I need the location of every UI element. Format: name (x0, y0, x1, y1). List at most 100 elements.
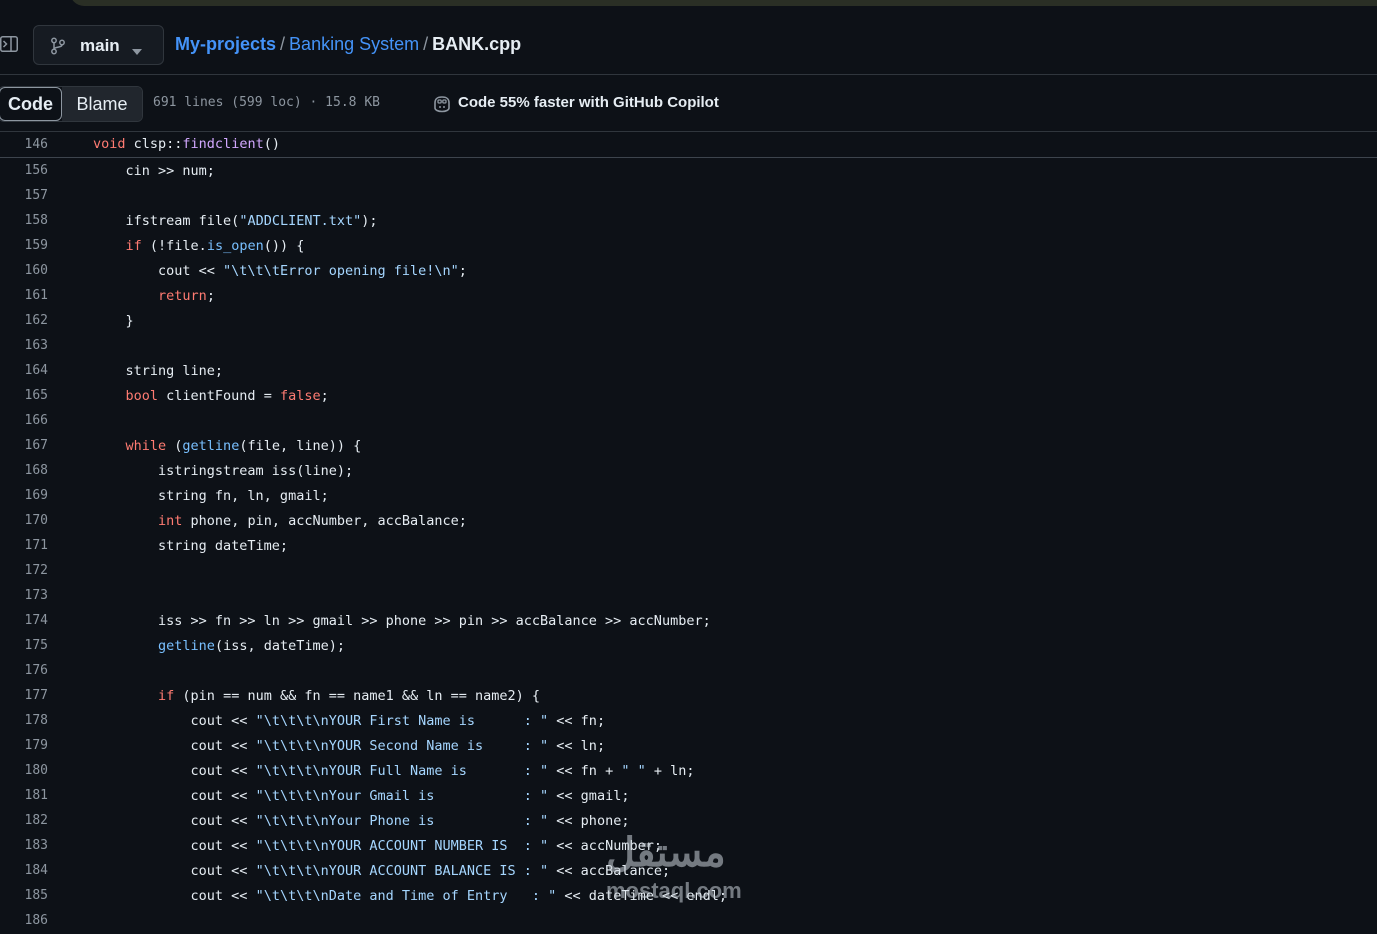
line-number[interactable]: 178 (0, 713, 48, 728)
code-line: 156 cin >> num; (0, 159, 1377, 184)
tab-blame[interactable]: Blame (62, 87, 142, 121)
line-number[interactable]: 158 (0, 213, 48, 228)
code-text: istringstream iss(line); (93, 463, 354, 479)
branch-select-button[interactable]: main (33, 25, 164, 65)
copilot-promo-text: Code 55% faster with GitHub Copilot (458, 94, 719, 111)
line-number[interactable]: 161 (0, 288, 48, 303)
line-number[interactable]: 185 (0, 888, 48, 903)
breadcrumb-folder-link[interactable]: Banking System (289, 34, 419, 54)
code-line: 183 cout << "\t\t\t\nYOUR ACCOUNT NUMBER… (0, 834, 1377, 859)
code-text: cout << "\t\t\t\nDate and Time of Entry … (93, 888, 727, 904)
code-text: cout << "\t\t\t\nYour Gmail is : " << gm… (93, 788, 630, 804)
line-number[interactable]: 179 (0, 738, 48, 753)
code-line: 158 ifstream file("ADDCLIENT.txt"); (0, 209, 1377, 234)
line-number[interactable]: 167 (0, 438, 48, 453)
code-line: 176 (0, 659, 1377, 684)
tab-code[interactable]: Code (0, 87, 62, 121)
line-number[interactable]: 173 (0, 588, 48, 603)
code-text: if (pin == num && fn == name1 && ln == n… (158, 688, 541, 704)
code-line: 174 iss >> fn >> ln >> gmail >> phone >>… (0, 609, 1377, 634)
line-number[interactable]: 157 (0, 188, 48, 203)
code-text: string dateTime; (93, 538, 289, 554)
code-text: ifstream file("ADDCLIENT.txt"); (93, 213, 378, 229)
code-line: 173 (0, 584, 1377, 609)
code-line: 185 cout << "\t\t\t\nDate and Time of En… (0, 884, 1377, 909)
code-text: int phone, pin, accNumber, accBalance; (158, 513, 467, 529)
branch-name: main (80, 36, 120, 55)
line-number[interactable]: 169 (0, 488, 48, 503)
file-toolbar: Code Blame 691 lines (599 loc) · 15.8 KB… (0, 75, 1377, 132)
code-line: 180 cout << "\t\t\t\nYOUR Full Name is :… (0, 759, 1377, 784)
code-text: cout << "\t\t\t\nYOUR Full Name is : " <… (93, 763, 695, 779)
code-text: cout << "\t\t\t\nYOUR Second Name is : "… (93, 738, 606, 754)
code-line: 169 string fn, ln, gmail; (0, 484, 1377, 509)
line-number[interactable]: 166 (0, 413, 48, 428)
line-number[interactable]: 163 (0, 338, 48, 353)
line-number[interactable]: 180 (0, 763, 48, 778)
copilot-promo-link[interactable]: Code 55% faster with GitHub Copilot (432, 94, 719, 113)
line-number[interactable]: 171 (0, 538, 48, 553)
code-line: 184 cout << "\t\t\t\nYOUR ACCOUNT BALANC… (0, 859, 1377, 884)
code-text: while (getline(file, line)) { (125, 438, 362, 454)
breadcrumb-separator: / (280, 34, 286, 54)
line-number[interactable]: 184 (0, 863, 48, 878)
git-branch-icon (50, 37, 66, 60)
code-line: 170 int phone, pin, accNumber, accBalanc… (0, 509, 1377, 534)
line-number[interactable]: 177 (0, 688, 48, 703)
code-line: 165 bool clientFound = false; (0, 384, 1377, 409)
code-line: 181 cout << "\t\t\t\nYour Gmail is : " <… (0, 784, 1377, 809)
code-line: 175 getline(iss, dateTime); (0, 634, 1377, 659)
code-line: 171 string dateTime; (0, 534, 1377, 559)
line-number[interactable]: 159 (0, 238, 48, 253)
code-text: cout << "\t\t\t\nYour Phone is : " << ph… (93, 813, 630, 829)
chevron-down-icon (132, 42, 142, 60)
line-number[interactable]: 174 (0, 613, 48, 628)
code-text: string line; (93, 363, 224, 379)
code-line: 177 if (pin == num && fn == name1 && ln … (0, 684, 1377, 709)
line-number[interactable]: 156 (0, 163, 48, 178)
line-number[interactable]: 165 (0, 388, 48, 403)
code-line: 160 cout << "\t\t\tError opening file!\n… (0, 259, 1377, 284)
line-number[interactable]: 182 (0, 813, 48, 828)
code-text: return; (158, 288, 215, 304)
code-text: bool clientFound = false; (125, 388, 329, 404)
code-line: 162 } (0, 309, 1377, 334)
code-line: 161 return; (0, 284, 1377, 309)
line-number[interactable]: 168 (0, 463, 48, 478)
code-line: 178 cout << "\t\t\t\nYOUR First Name is … (0, 709, 1377, 734)
code-text: if (!file.is_open()) { (125, 238, 305, 254)
breadcrumb: My-projects / Banking System / BANK.cpp (175, 34, 521, 55)
line-number[interactable]: 170 (0, 513, 48, 528)
code-line: 166 (0, 409, 1377, 434)
copilot-icon (432, 95, 452, 117)
sidebar-expand-icon[interactable] (0, 36, 18, 52)
code-line: 168 istringstream iss(line); (0, 459, 1377, 484)
code-line: 179 cout << "\t\t\t\nYOUR Second Name is… (0, 734, 1377, 759)
code-blame-toggle: Code Blame (0, 86, 143, 122)
code-line: 172 (0, 559, 1377, 584)
line-number[interactable]: 162 (0, 313, 48, 328)
sticky-code-line: void clsp::findclient() (93, 136, 280, 152)
code-line: 159 if (!file.is_open()) { (0, 234, 1377, 259)
file-header: main My-projects / Banking System / BANK.cpp (0, 14, 1377, 75)
line-number[interactable]: 176 (0, 663, 48, 678)
sticky-scope-header[interactable]: 146 void clsp::findclient() (0, 132, 1377, 158)
code-text: cout << "\t\t\tError opening file!\n"; (93, 263, 467, 279)
breadcrumb-separator: / (423, 34, 429, 54)
line-number[interactable]: 186 (0, 913, 48, 928)
line-number[interactable]: 160 (0, 263, 48, 278)
breadcrumb-repo-link[interactable]: My-projects (175, 34, 276, 54)
code-line: 167 while (getline(file, line)) { (0, 434, 1377, 459)
line-number[interactable]: 183 (0, 838, 48, 853)
line-number[interactable]: 181 (0, 788, 48, 803)
code-line: 186 (0, 909, 1377, 934)
code-text: getline(iss, dateTime); (158, 638, 345, 654)
line-number[interactable]: 172 (0, 563, 48, 578)
line-number[interactable]: 146 (0, 137, 48, 152)
file-info: 691 lines (599 loc) · 15.8 KB (153, 95, 380, 110)
code-text: iss >> fn >> ln >> gmail >> phone >> pin… (93, 613, 711, 629)
code-text: cout << "\t\t\t\nYOUR First Name is : " … (93, 713, 606, 729)
code-text: cin >> num; (93, 163, 215, 179)
line-number[interactable]: 175 (0, 638, 48, 653)
line-number[interactable]: 164 (0, 363, 48, 378)
